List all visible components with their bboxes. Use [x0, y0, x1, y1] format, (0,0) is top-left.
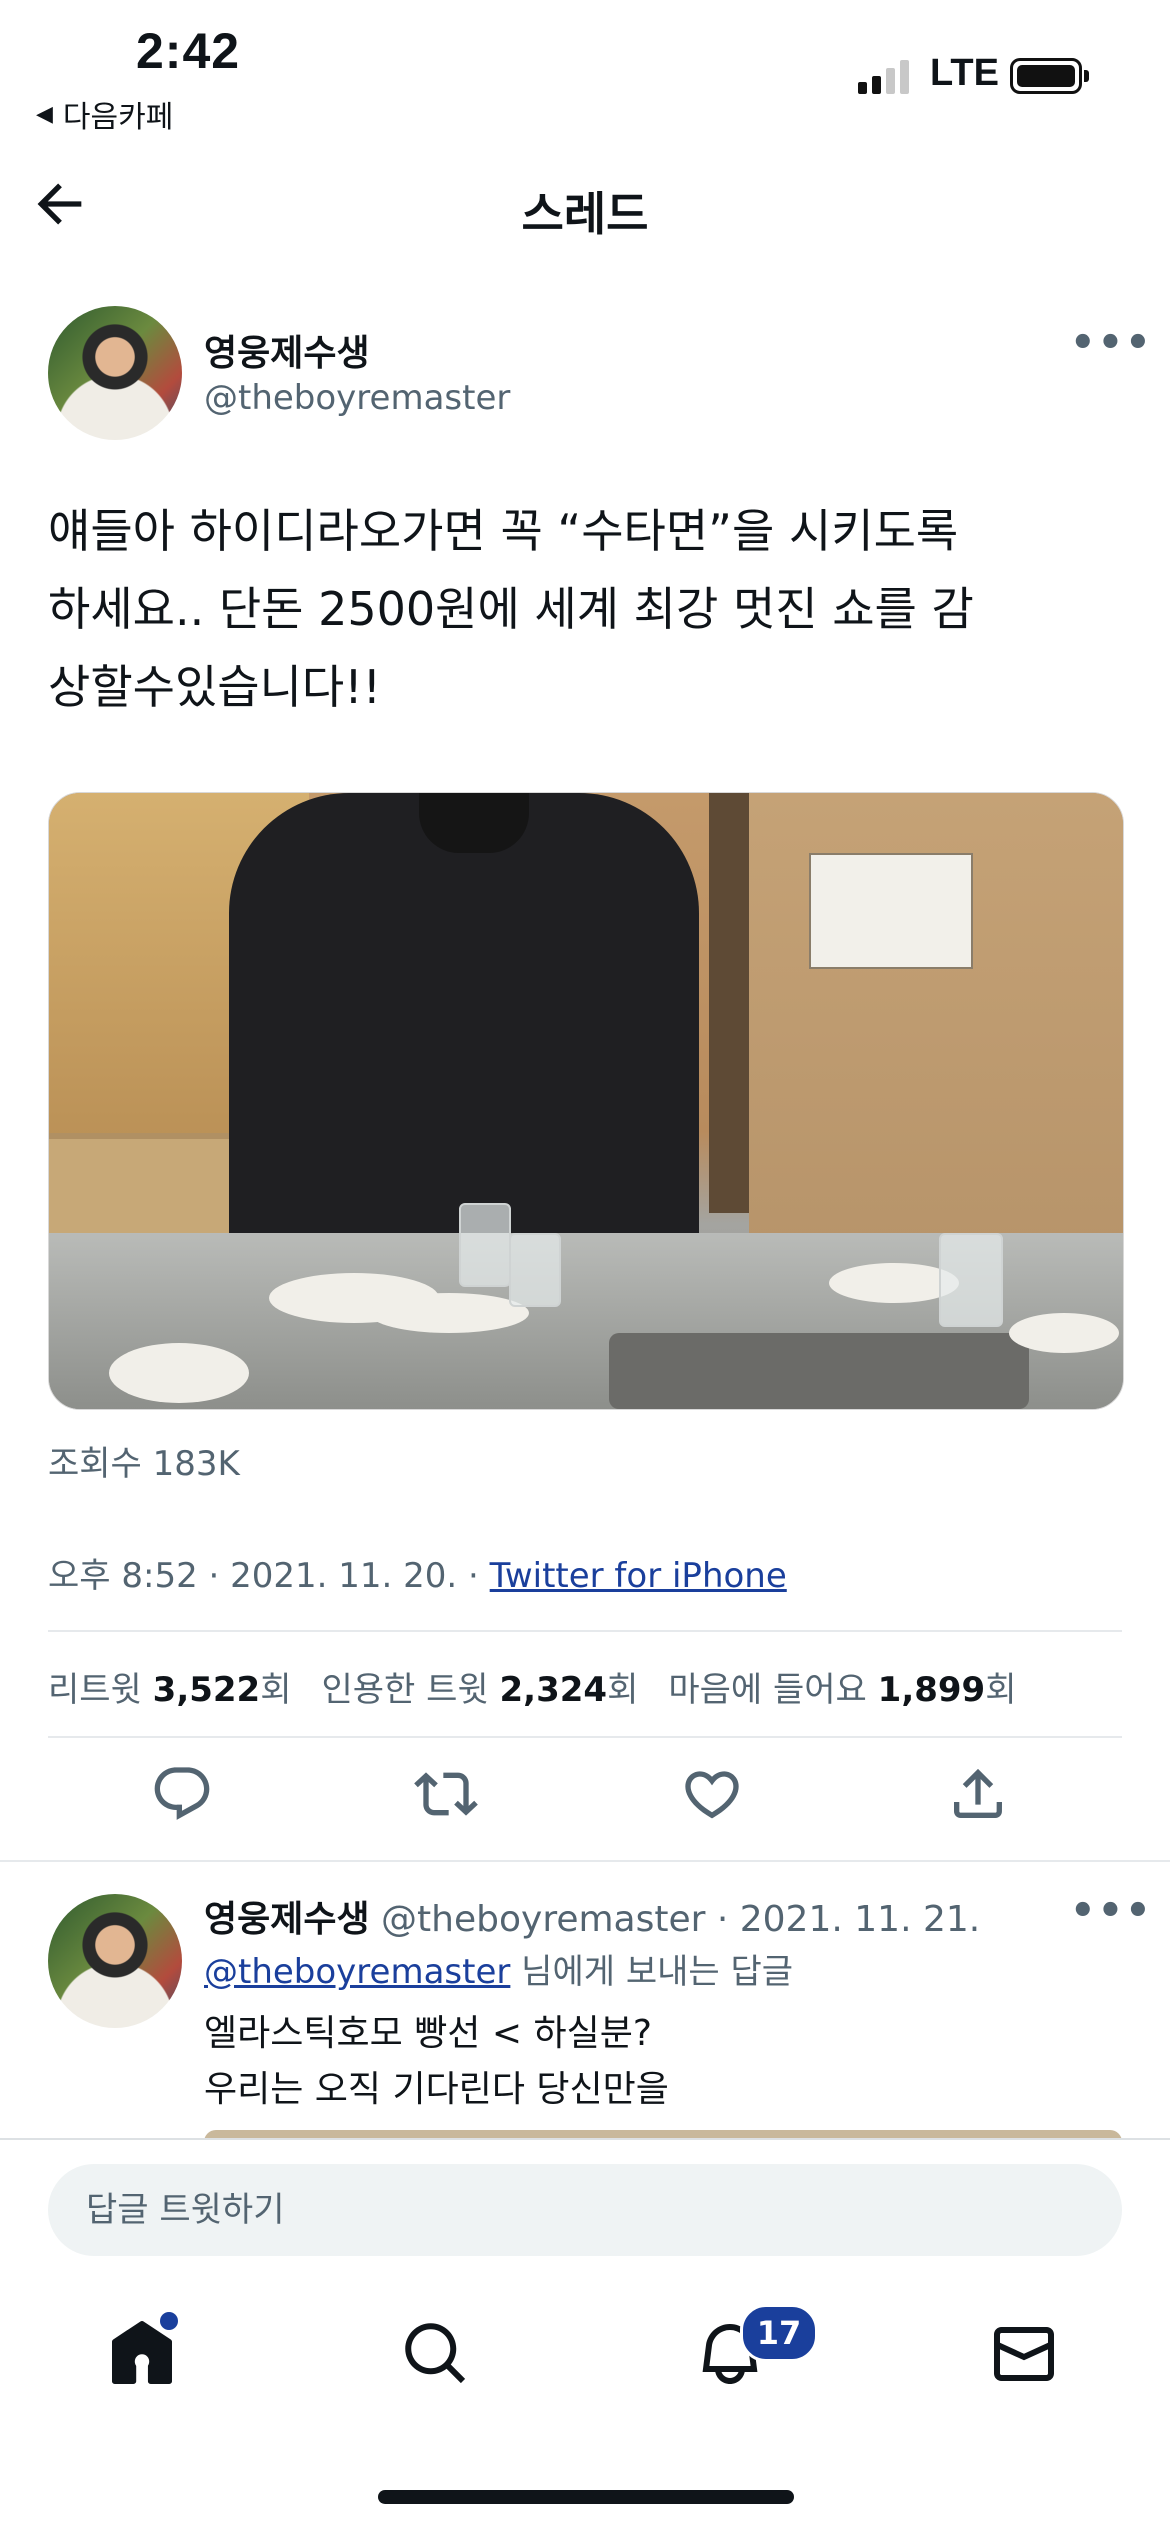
- notifications-badge: 17: [740, 2304, 818, 2362]
- tweet-video[interactable]: [48, 792, 1124, 1410]
- reply-text[interactable]: 엘라스틱호모 빵선 < 하실분? 우리는 오직 기다린다 당신만을: [204, 2006, 669, 2118]
- tweet-actions: [0, 1762, 1170, 1838]
- reply-to-suffix: 님에게 보내는 답글: [510, 1952, 794, 1992]
- like-count[interactable]: 마음에 들어요 1,899회: [668, 1662, 1016, 1711]
- reply-icon[interactable]: [150, 1762, 226, 1838]
- status-time: 2:42: [136, 23, 241, 79]
- reply-text-line: 우리는 오직 기다린다 당신만을: [204, 2069, 669, 2110]
- avatar[interactable]: [48, 306, 182, 440]
- search-tab-icon[interactable]: [400, 2318, 480, 2398]
- home-new-indicator: [160, 2312, 178, 2330]
- messages-envelope-icon[interactable]: [988, 2318, 1068, 2398]
- quote-count[interactable]: 인용한 트윗 2,324회: [321, 1662, 638, 1711]
- tweet-stats: 리트윗 3,522회 인용한 트윗 2,324회 마음에 들어요 1,899회: [48, 1662, 1016, 1711]
- home-tab-icon[interactable]: [106, 2318, 186, 2398]
- like-heart-icon[interactable]: [680, 1762, 756, 1838]
- view-count: 조회수 183K: [48, 1444, 240, 1484]
- reply-header[interactable]: 영웅제수생 @theboyremaster · 2021. 11. 21.: [204, 1890, 980, 1942]
- back-app-label: 다음카페: [62, 100, 174, 135]
- reply-compose-input[interactable]: 답글 트윗하기: [48, 2164, 1122, 2256]
- author-name[interactable]: 영웅제수생: [204, 324, 370, 376]
- divider: [48, 1736, 1122, 1738]
- tweet-metadata: 오후 8:52 · 2021. 11. 20. · Twitter for iP…: [48, 1548, 787, 1597]
- network-type: LTE: [930, 52, 999, 94]
- page-title: 스레드: [521, 187, 649, 241]
- back-to-app-link[interactable]: ◀ 다음카페: [36, 92, 173, 136]
- tweet-text-line: 하세요.. 단돈 2500원에 세계 최강 멋진 쇼를 감: [48, 582, 974, 636]
- tweet-source-link[interactable]: Twitter for iPhone: [490, 1556, 787, 1596]
- more-options-icon[interactable]: •••: [1070, 320, 1153, 366]
- tweet-text-line: 상할수있습니다!!: [48, 660, 382, 714]
- reply-text-line: 엘라스틱호모 빵선 < 하실분?: [204, 2013, 652, 2054]
- author-handle[interactable]: @theboyremaster: [204, 378, 510, 418]
- battery-icon: [1010, 58, 1089, 94]
- replying-to: @theboyremaster 님에게 보내는 답글: [204, 1944, 793, 1993]
- divider: [48, 1630, 1122, 1632]
- cellular-signal-icon: [858, 58, 909, 94]
- reply-more-options-icon[interactable]: •••: [1070, 1888, 1153, 1934]
- reply-author-name[interactable]: 영웅제수생: [204, 1899, 370, 1940]
- reply-handle-date: @theboyremaster · 2021. 11. 21.: [369, 1899, 981, 1940]
- home-indicator[interactable]: [378, 2490, 794, 2504]
- divider: [0, 1860, 1170, 1862]
- retweet-count[interactable]: 리트윗 3,522회: [48, 1662, 291, 1711]
- reply-mention-link[interactable]: @theboyremaster: [204, 1952, 510, 1992]
- tweet-datetime: 오후 8:52 · 2021. 11. 20. ·: [48, 1556, 490, 1596]
- tweet-text-line: 얘들아 하이디라오가면 꼭 “수타면”을 시키도록: [48, 504, 959, 558]
- retweet-icon[interactable]: [414, 1762, 490, 1838]
- share-icon[interactable]: [946, 1762, 1022, 1838]
- tweet-text: 얘들아 하이디라오가면 꼭 “수타면”을 시키도록 하세요.. 단돈 2500원…: [48, 492, 1128, 726]
- back-triangle-icon: ◀: [36, 101, 53, 127]
- reply-avatar[interactable]: [48, 1894, 182, 2028]
